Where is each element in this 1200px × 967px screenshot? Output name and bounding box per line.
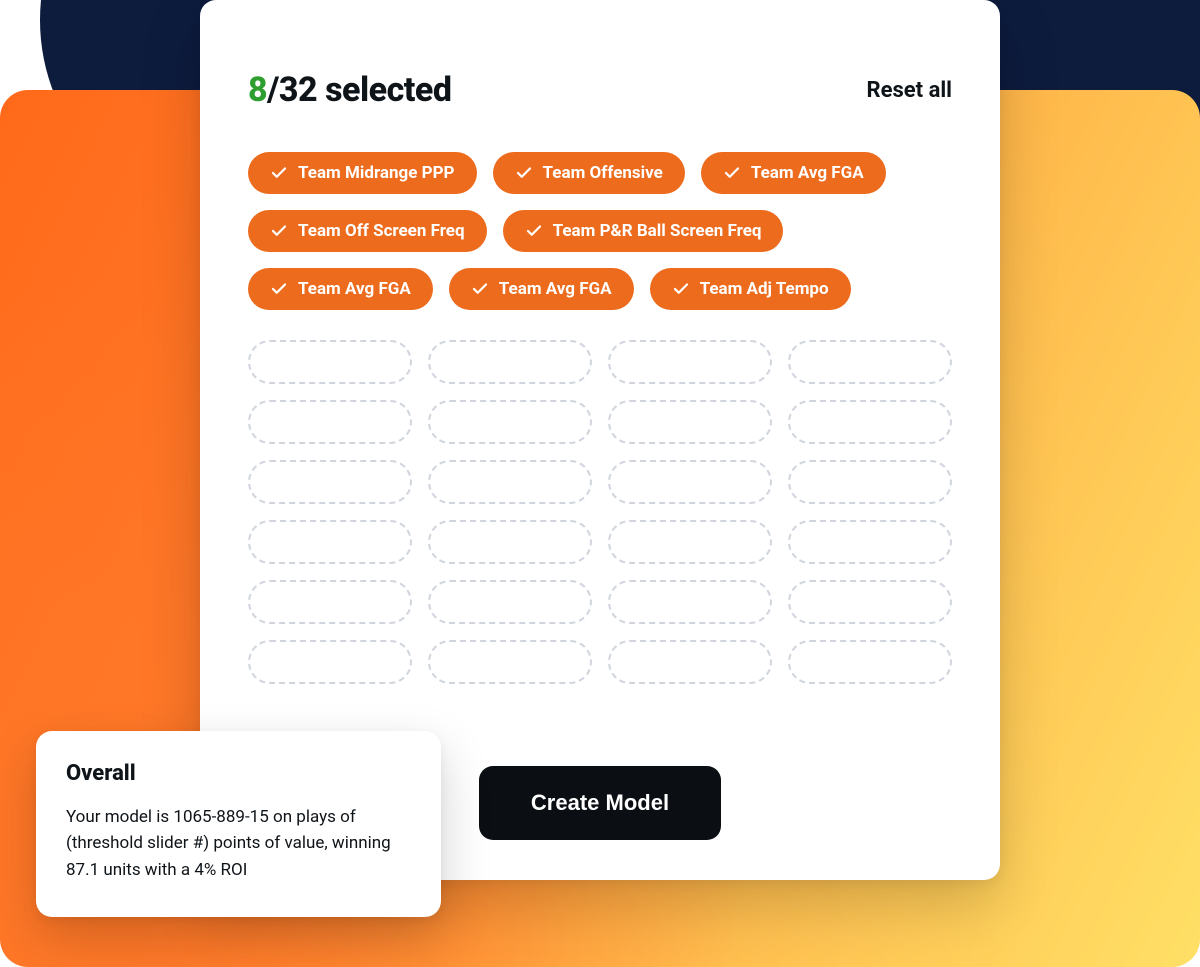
feature-chip-label: Team P&R Ball Screen Freq [553, 221, 762, 241]
feature-chip-label: Team Avg FGA [751, 163, 864, 183]
empty-feature-slot[interactable] [788, 580, 952, 624]
check-icon [270, 164, 298, 182]
empty-feature-slot[interactable] [248, 400, 412, 444]
check-icon [270, 222, 298, 240]
selection-slash: / [267, 70, 279, 110]
selection-suffix: selected [317, 70, 451, 110]
create-model-button[interactable]: Create Model [479, 766, 721, 840]
empty-feature-slot[interactable] [428, 460, 592, 504]
empty-feature-slot[interactable] [608, 640, 772, 684]
feature-chip[interactable]: Team Off Screen Freq [248, 210, 487, 252]
feature-chip-label: Team Midrange PPP [298, 163, 455, 183]
slot-row [248, 340, 952, 384]
feature-chip-label: Team Adj Tempo [700, 279, 829, 299]
feature-chip[interactable]: Team Avg FGA [449, 268, 634, 310]
empty-feature-slot[interactable] [428, 640, 592, 684]
feature-chip[interactable]: Team Avg FGA [248, 268, 433, 310]
check-icon [515, 164, 543, 182]
empty-slots-container [248, 340, 952, 730]
empty-feature-slot[interactable] [428, 340, 592, 384]
selection-count: 8/32 selected [248, 70, 451, 110]
total-number: 32 [279, 70, 317, 110]
overall-body: Your model is 1065-889-15 on plays of (t… [66, 804, 411, 883]
overall-title: Overall [66, 761, 411, 786]
empty-feature-slot[interactable] [428, 520, 592, 564]
empty-feature-slot[interactable] [788, 640, 952, 684]
empty-feature-slot[interactable] [248, 460, 412, 504]
check-icon [525, 222, 553, 240]
selector-header: 8/32 selected Reset all [248, 70, 952, 110]
feature-chip-label: Team Avg FGA [298, 279, 411, 299]
selected-chips-container: Team Midrange PPP Team Offensive Team Avg … [248, 152, 952, 310]
slot-row [248, 400, 952, 444]
empty-feature-slot[interactable] [608, 580, 772, 624]
empty-feature-slot[interactable] [248, 340, 412, 384]
reset-all-button[interactable]: Reset all [867, 78, 953, 103]
empty-feature-slot[interactable] [608, 460, 772, 504]
feature-chip-label: Team Offensive [543, 163, 663, 183]
empty-feature-slot[interactable] [788, 520, 952, 564]
empty-feature-slot[interactable] [608, 520, 772, 564]
slot-row [248, 460, 952, 504]
empty-feature-slot[interactable] [428, 580, 592, 624]
feature-chip-label: Team Off Screen Freq [298, 221, 465, 241]
feature-chip[interactable]: Team Avg FGA [701, 152, 886, 194]
empty-feature-slot[interactable] [608, 340, 772, 384]
check-icon [672, 280, 700, 298]
empty-feature-slot[interactable] [608, 400, 772, 444]
check-icon [471, 280, 499, 298]
slot-row [248, 520, 952, 564]
feature-chip[interactable]: Team Adj Tempo [650, 268, 851, 310]
empty-feature-slot[interactable] [248, 640, 412, 684]
overall-summary-card: Overall Your model is 1065-889-15 on pla… [36, 731, 441, 917]
slot-row [248, 580, 952, 624]
feature-chip[interactable]: Team Offensive [493, 152, 685, 194]
check-icon [270, 280, 298, 298]
empty-feature-slot[interactable] [248, 580, 412, 624]
feature-chip[interactable]: Team Midrange PPP [248, 152, 477, 194]
feature-chip-label: Team Avg FGA [499, 279, 612, 299]
empty-feature-slot[interactable] [248, 520, 412, 564]
selected-number: 8 [248, 70, 267, 110]
feature-chip[interactable]: Team P&R Ball Screen Freq [503, 210, 784, 252]
empty-feature-slot[interactable] [788, 460, 952, 504]
slot-row [248, 640, 952, 684]
empty-feature-slot[interactable] [428, 400, 592, 444]
check-icon [723, 164, 751, 182]
empty-feature-slot[interactable] [788, 400, 952, 444]
empty-feature-slot[interactable] [788, 340, 952, 384]
